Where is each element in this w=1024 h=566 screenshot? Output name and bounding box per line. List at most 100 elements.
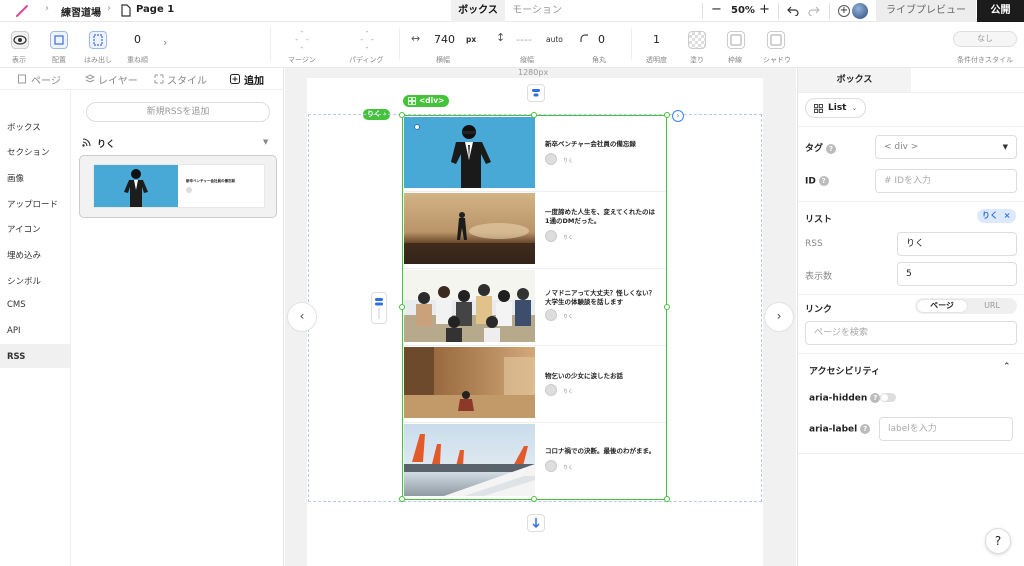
tab-motion[interactable]: モーション [507, 0, 567, 22]
list-type-select[interactable]: List ⌄ [805, 98, 866, 118]
list-item[interactable]: 新卒ベンチャー会社員の備忘録 りく [403, 116, 666, 192]
border-label: 枠線 [728, 56, 742, 64]
item-author: りく [563, 314, 574, 320]
display-eye-icon[interactable] [11, 31, 29, 49]
resize-handle[interactable] [664, 304, 670, 310]
category-upload[interactable]: アップロード [7, 198, 58, 210]
next-arrow-button[interactable]: › [764, 302, 794, 332]
move-down-handle[interactable] [527, 514, 545, 532]
caret-down-icon[interactable]: ▼ [263, 138, 268, 146]
tab-box[interactable]: ボックス [451, 0, 505, 22]
divider [270, 28, 271, 60]
publish-button[interactable]: 公開 [977, 0, 1024, 22]
category-symbol[interactable]: シンボル [7, 275, 41, 287]
category-rss[interactable]: RSS [7, 352, 25, 362]
item-avatar [545, 460, 557, 472]
category-api[interactable]: API [7, 326, 20, 336]
height-value[interactable]: ---- [516, 33, 532, 46]
list-item[interactable]: コロナ禍での決断。最後のわがまま。 りく [403, 423, 666, 499]
close-icon: × [1003, 211, 1011, 220]
resize-handle[interactable] [664, 496, 670, 502]
list-item[interactable]: ノマドニアって大丈夫？怪しくない？大学生の体験談を話します りく [403, 269, 666, 346]
list-source-chip[interactable]: りく × [977, 209, 1016, 223]
avatar[interactable] [852, 3, 868, 19]
link-type-url[interactable]: URL [969, 300, 1015, 312]
resize-handle[interactable] [531, 496, 537, 502]
layers-icon [85, 74, 95, 84]
live-preview-button[interactable]: ライブプレビュー [876, 0, 976, 22]
opacity-value[interactable]: 1 [653, 33, 660, 46]
divider [798, 92, 1024, 93]
chevron-right-icon[interactable]: › [163, 36, 167, 49]
gap-handle[interactable] [371, 292, 387, 324]
item-image [404, 117, 535, 188]
tab-box-settings[interactable]: ボックス [798, 68, 911, 92]
rss-select[interactable]: りく [897, 232, 1017, 256]
resize-handle[interactable] [399, 496, 405, 502]
list-item[interactable]: 一度諦めた人生を、変えてくれたのは1通のDMだった。 りく [403, 192, 666, 269]
tab-style[interactable]: スタイル [167, 72, 207, 87]
rss-list[interactable]: 新卒ベンチャー会社員の備忘録 りく 一度諦めた人生を、変えてくれたのは1通のDM… [402, 115, 667, 500]
resize-handle[interactable] [399, 112, 405, 118]
link-type-page[interactable]: ページ [917, 300, 967, 312]
undo-icon[interactable] [787, 5, 799, 16]
margin-control[interactable]: -- -- [287, 28, 317, 52]
overflow-icon[interactable] [89, 31, 107, 49]
canvas-area[interactable]: 1280px <div> りく › › 新卒ベンチャー会社員の備忘録 りく 一度 [285, 68, 796, 566]
category-image[interactable]: 画像 [7, 172, 24, 184]
border-swatch[interactable] [727, 31, 745, 49]
zindex-value[interactable]: 0 [134, 33, 141, 46]
item-avatar [545, 309, 557, 321]
aria-label-input[interactable]: labelを入力 [879, 417, 1013, 441]
add-rss-button[interactable]: 新規RSSを追加 [86, 102, 270, 122]
resize-handle[interactable] [399, 304, 405, 310]
redo-icon[interactable] [808, 5, 820, 16]
zoom-out-button[interactable]: − [711, 2, 722, 17]
aria-hidden-toggle[interactable] [880, 393, 896, 402]
count-label: 表示数 [805, 272, 833, 282]
divider [798, 453, 1024, 454]
layout-icon[interactable] [50, 31, 68, 49]
resize-handle[interactable] [531, 112, 537, 118]
width-value[interactable]: 740 [434, 33, 455, 46]
chevron-up-icon[interactable]: ⌃ [1003, 362, 1011, 372]
shadow-swatch[interactable] [767, 31, 785, 49]
conditional-style-select[interactable]: なし [953, 31, 1017, 47]
height-unit[interactable]: auto [546, 35, 563, 44]
move-up-handle[interactable] [527, 84, 545, 102]
width-unit[interactable]: px [466, 35, 476, 44]
id-input[interactable]: # IDを入力 [875, 169, 1017, 193]
breadcrumb-page[interactable]: Page 1 [136, 4, 174, 15]
add-collaborator-icon[interactable]: + [838, 5, 850, 17]
category-cms[interactable]: CMS [7, 300, 26, 310]
left-panel: ページ レイヤー スタイル 追加 ボックス セクション 画像 アップロード アイ… [0, 68, 284, 566]
prev-arrow-button[interactable]: ‹ [287, 302, 317, 332]
zoom-level[interactable]: 50% [731, 5, 755, 16]
next-element-icon[interactable]: › [672, 110, 684, 122]
category-icon[interactable]: アイコン [7, 223, 41, 235]
tab-layers[interactable]: レイヤー [98, 72, 138, 87]
count-input[interactable]: 5 [897, 262, 1017, 286]
pencil-icon[interactable] [15, 4, 29, 18]
style-icon [154, 74, 164, 84]
tag-select[interactable]: < div > ▼ [875, 135, 1017, 159]
resize-handle[interactable] [664, 112, 670, 118]
tab-page[interactable]: ページ [31, 72, 61, 87]
category-section[interactable]: セクション [7, 146, 50, 158]
category-embed[interactable]: 埋め込み [7, 249, 41, 261]
rss-feed-name[interactable]: りく [97, 137, 115, 150]
zoom-in-button[interactable]: + [759, 2, 770, 17]
padding-label: パディング [349, 56, 384, 64]
category-box[interactable]: ボックス [7, 121, 41, 133]
fill-swatch[interactable] [688, 31, 706, 49]
page-search-input[interactable]: ページを検索 [805, 321, 1017, 345]
div-tag[interactable]: <div> [403, 95, 450, 107]
rss-preview-card[interactable]: 新卒ベンチャー会社員の備忘録 [79, 155, 277, 218]
padding-control[interactable]: -- -- [352, 28, 382, 52]
radius-value[interactable]: 0 [598, 33, 605, 46]
breadcrumb-project[interactable]: 練習道場 [61, 4, 101, 19]
divider [798, 294, 1024, 295]
list-item[interactable]: 物乞いの少女に涙したお話 りく [403, 346, 666, 423]
help-button[interactable]: ? [985, 528, 1011, 554]
tab-add[interactable]: 追加 [244, 72, 264, 87]
